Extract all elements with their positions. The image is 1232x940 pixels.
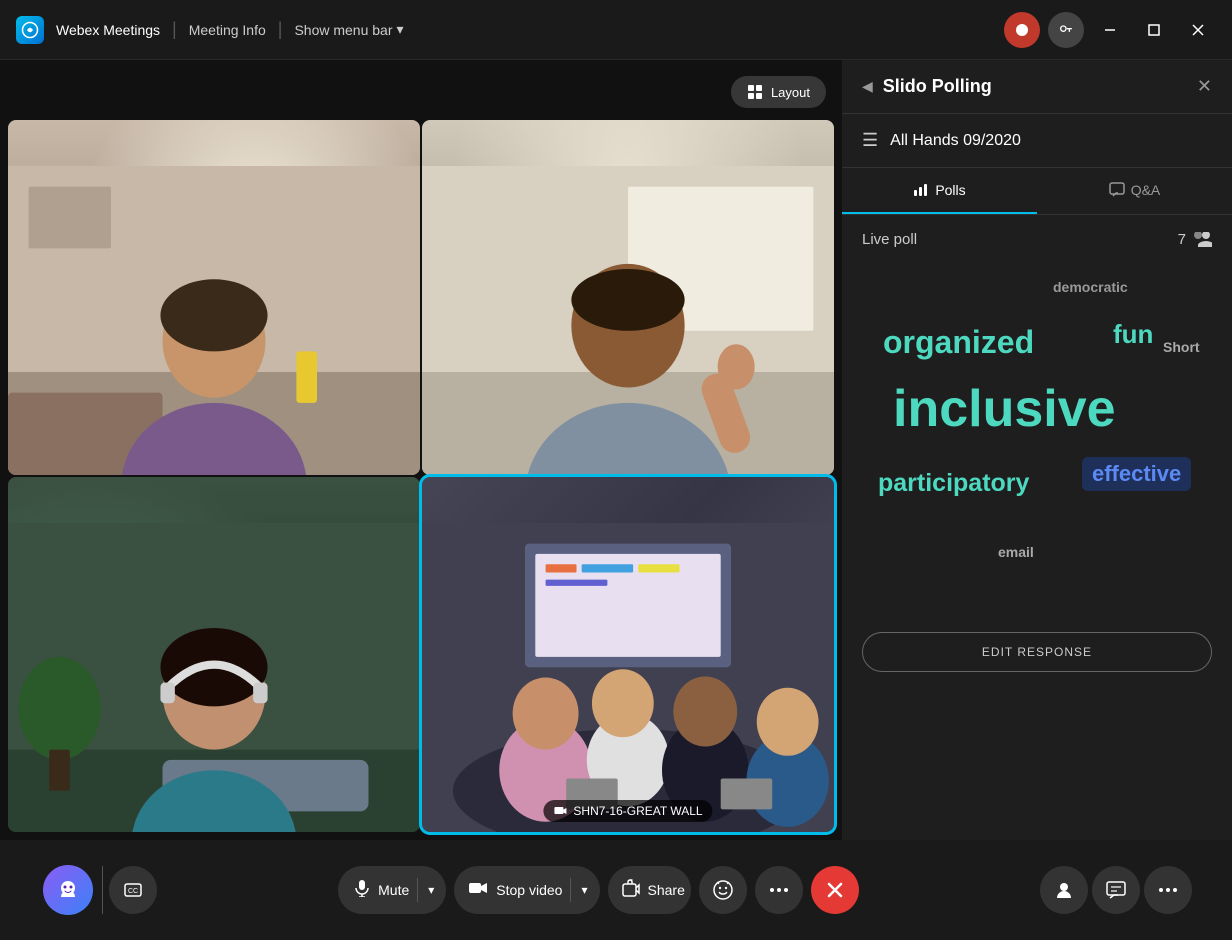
- end-call-button[interactable]: [811, 866, 859, 914]
- mute-divider: [417, 878, 418, 902]
- wc-word-participatory: participatory: [872, 467, 1035, 500]
- slido-meeting-header: ☰ All Hands 09/2020: [842, 114, 1232, 168]
- slido-tabs: Polls Q&A: [842, 168, 1232, 215]
- title-bar-left: Webex Meetings | Meeting Info | Show men…: [16, 16, 1004, 44]
- slido-header-left: ◀ Slido Polling: [862, 76, 992, 97]
- show-menu-bar-btn[interactable]: Show menu bar ▾: [294, 21, 403, 38]
- wc-word-democratic: democratic: [1047, 277, 1134, 297]
- share-group: Share: [608, 866, 691, 914]
- app-name: Webex Meetings: [56, 22, 160, 38]
- toolbar-divider-1: [102, 866, 103, 914]
- slido-collapse-icon[interactable]: ◀: [862, 78, 873, 95]
- record-button[interactable]: [1004, 12, 1040, 48]
- toolbar-right: [1040, 866, 1192, 914]
- slido-panel-header: ◀ Slido Polling ✕: [842, 60, 1232, 114]
- wc-word-effective: effective: [1082, 457, 1191, 491]
- poll-count-number: 7: [1178, 231, 1186, 248]
- share-icon: [622, 879, 640, 902]
- video-cell-3: [8, 477, 420, 832]
- camera-icon: [468, 881, 488, 900]
- video-cell-4-label: SHN7-16-GREAT WALL: [543, 800, 712, 822]
- toolbar-left: CC: [40, 862, 157, 918]
- svg-text:CC: CC: [128, 888, 138, 895]
- video-group: Stop video ▾: [454, 866, 599, 914]
- video-chevron-icon[interactable]: ▾: [575, 883, 593, 897]
- participants-button[interactable]: [1040, 866, 1088, 914]
- video-cell-2: [422, 120, 834, 475]
- show-menu-bar-label: Show menu bar: [294, 22, 392, 38]
- video-grid: SHN7-16-GREAT WALL: [0, 60, 842, 840]
- slido-panel-title: Slido Polling: [883, 76, 992, 97]
- key-button[interactable]: [1048, 12, 1084, 48]
- slido-close-button[interactable]: ✕: [1197, 76, 1212, 97]
- hamburger-menu-icon[interactable]: ☰: [862, 130, 878, 151]
- separator-2: |: [278, 19, 283, 40]
- live-poll-header: Live poll 7: [862, 231, 1212, 248]
- mute-chevron-icon[interactable]: ▾: [422, 883, 440, 897]
- wc-word-inclusive: inclusive: [887, 377, 1122, 441]
- meeting-name: All Hands 09/2020: [890, 132, 1021, 150]
- tab-polls-label: Polls: [935, 182, 965, 198]
- close-button[interactable]: [1180, 12, 1216, 48]
- video-feed-1: [8, 120, 420, 475]
- minimize-button[interactable]: [1092, 12, 1128, 48]
- chevron-down-icon: ▾: [397, 21, 404, 38]
- word-cloud: organized fun democratic inclusive Short…: [862, 272, 1212, 612]
- tab-qa-label: Q&A: [1131, 182, 1161, 198]
- chat-button[interactable]: [1092, 866, 1140, 914]
- mute-group: Mute ▾: [338, 866, 446, 914]
- stop-video-label[interactable]: Stop video: [496, 882, 562, 898]
- video-divider: [570, 878, 571, 902]
- separator-1: |: [172, 19, 177, 40]
- edit-response-button[interactable]: EDIT RESPONSE: [862, 632, 1212, 672]
- video-cell-4: SHN7-16-GREAT WALL: [422, 477, 834, 832]
- tab-polls[interactable]: Polls: [842, 168, 1037, 214]
- slido-panel: ◀ Slido Polling ✕ ☰ All Hands 09/2020 Po…: [842, 60, 1232, 840]
- slido-body: Live poll 7 organized fun democratic inc…: [842, 215, 1232, 840]
- live-poll-count: 7: [1178, 231, 1212, 248]
- title-bar: Webex Meetings | Meeting Info | Show men…: [0, 0, 1232, 60]
- bottom-toolbar: CC Mute ▾: [0, 840, 1232, 940]
- tab-qa[interactable]: Q&A: [1037, 168, 1232, 214]
- layout-button[interactable]: Layout: [731, 76, 826, 108]
- video-cell-1: [8, 120, 420, 475]
- video-feed-4: [422, 477, 834, 832]
- reactions-button[interactable]: [699, 866, 747, 914]
- share-label[interactable]: Share: [648, 882, 685, 898]
- wc-word-email: email: [992, 542, 1040, 562]
- webex-logo: [16, 16, 44, 44]
- mic-icon: [354, 879, 370, 902]
- wc-word-short: Short: [1157, 337, 1206, 357]
- more-right-button[interactable]: [1144, 866, 1192, 914]
- main-content: Layout: [0, 60, 1232, 840]
- video-feed-3: [8, 477, 420, 832]
- wc-word-fun: fun: [1107, 317, 1159, 352]
- mute-label[interactable]: Mute: [378, 882, 409, 898]
- toolbar-center: Mute ▾ Stop video ▾: [338, 866, 859, 914]
- captions-button[interactable]: CC: [109, 866, 157, 914]
- meeting-info-link[interactable]: Meeting Info: [189, 22, 266, 38]
- bot-icon: [43, 865, 93, 915]
- video-area: Layout: [0, 60, 842, 840]
- wc-word-organized: organized: [877, 322, 1040, 363]
- webex-bot-button[interactable]: [40, 862, 96, 918]
- more-options-button[interactable]: [755, 866, 803, 914]
- video-feed-2: [422, 120, 834, 475]
- layout-label: Layout: [771, 85, 810, 100]
- maximize-button[interactable]: [1136, 12, 1172, 48]
- title-bar-right: [1004, 12, 1216, 48]
- live-poll-label: Live poll: [862, 231, 917, 248]
